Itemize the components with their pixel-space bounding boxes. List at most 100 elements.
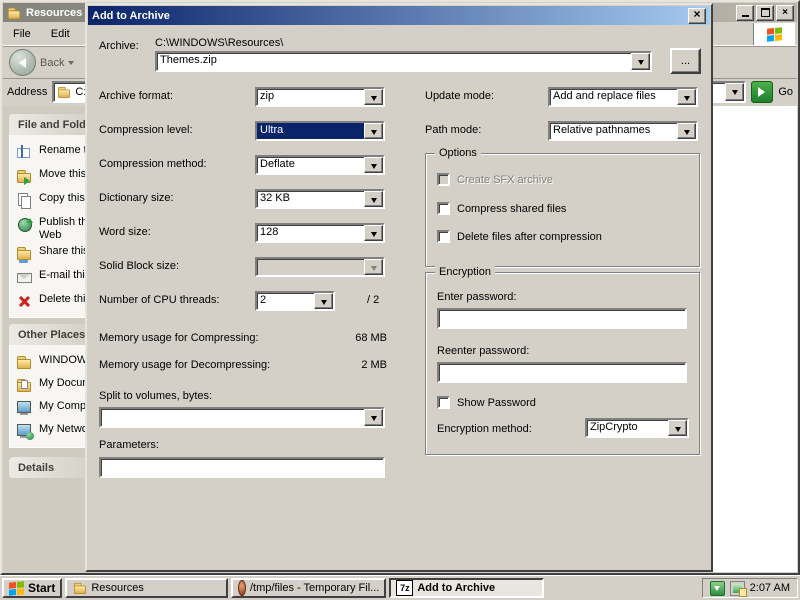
caption-buttons: × (736, 4, 794, 21)
panel-title: Other Places (18, 328, 86, 341)
folder-icon (73, 581, 87, 595)
memory-compress-value: 68 MB (355, 332, 387, 344)
taskbar: Start Resources /tmp/files - Temporary F… (0, 575, 800, 600)
folder-icon (58, 85, 72, 99)
tray-display-icon[interactable] (729, 580, 747, 597)
browse-button[interactable]: ... (670, 48, 701, 74)
tray-update-icon[interactable] (709, 580, 725, 596)
share-icon (16, 245, 32, 263)
back-label[interactable]: Back (40, 57, 64, 69)
checkbox-box[interactable] (437, 396, 450, 409)
dictionary-size-select[interactable]: 32 KB (255, 189, 385, 209)
address-label: Address (7, 86, 48, 98)
clock[interactable]: 2:07 AM (750, 582, 790, 594)
compression-method-select[interactable]: Deflate (255, 155, 385, 175)
temp-files-window-icon (238, 580, 246, 596)
compression-method-label: Compression method: (99, 158, 207, 170)
checkbox-label: Create SFX archive (457, 173, 553, 186)
memory-decompress-label: Memory usage for Decompressing: (99, 359, 271, 371)
address-dropdown-button[interactable] (725, 83, 745, 101)
restore-icon (760, 8, 770, 17)
combo-value: 32 KB (260, 192, 290, 204)
dialog-close-button[interactable]: × (688, 7, 706, 24)
dropdown-button[interactable] (677, 89, 696, 105)
combo-value: Add and replace files (553, 90, 656, 102)
email-icon (16, 269, 32, 285)
encryption-method-select[interactable]: ZipCrypto (585, 418, 689, 438)
combo-value: ZipCrypto (590, 421, 638, 433)
dropdown-button[interactable] (364, 409, 383, 426)
solid-block-size-select (255, 257, 385, 277)
memory-compress-label: Memory usage for Compressing: (99, 332, 259, 344)
dropdown-button[interactable] (364, 225, 383, 241)
memory-decompress-value: 2 MB (361, 359, 387, 371)
move-icon (16, 168, 32, 185)
archive-name-dropdown[interactable] (631, 53, 650, 70)
archive-format-label: Archive format: (99, 90, 173, 102)
taskbar-task-add-to-archive[interactable]: 7z Add to Archive (389, 578, 545, 598)
split-volumes-combo[interactable] (99, 407, 385, 428)
cpu-threads-max: / 2 (367, 294, 380, 306)
chevron-down-icon (731, 90, 738, 98)
checkbox-box[interactable] (437, 230, 450, 243)
restore-button[interactable] (756, 4, 774, 21)
checkbox-box[interactable] (437, 202, 450, 215)
update-mode-select[interactable]: Add and replace files (548, 87, 698, 107)
checkbox-label: Show Password (457, 396, 536, 409)
go-label[interactable]: Go (778, 86, 793, 98)
checkbox-label: Delete files after compression (457, 230, 602, 243)
minimize-icon (741, 15, 749, 17)
word-size-select[interactable]: 128 (255, 223, 385, 243)
path-mode-select[interactable]: Relative pathnames (548, 121, 698, 141)
task-label: /tmp/files - Temporary Fil... (249, 582, 380, 594)
dropdown-button[interactable] (668, 420, 687, 436)
desktop: Resources × File Edit View Back Address (0, 0, 800, 600)
dropdown-button[interactable] (364, 191, 383, 207)
archive-name-value: Themes.zip (160, 54, 217, 66)
cpu-threads-select[interactable]: 2 (255, 291, 335, 311)
compression-level-select[interactable]: Ultra (255, 121, 385, 141)
dialog-titlebar[interactable]: Add to Archive × (88, 6, 710, 25)
parameters-input[interactable] (99, 457, 385, 478)
dropdown-button[interactable] (314, 293, 333, 309)
compress-shared-checkbox[interactable]: Compress shared files (437, 202, 566, 215)
enter-password-input[interactable] (437, 308, 687, 329)
start-label: Start (28, 581, 56, 595)
dropdown-button[interactable] (364, 89, 383, 105)
menu-file[interactable]: File (3, 25, 41, 43)
reenter-password-input[interactable] (437, 362, 687, 383)
taskbar-task-resources[interactable]: Resources (65, 578, 229, 598)
back-dropdown-icon[interactable] (68, 61, 75, 68)
compression-level-label: Compression level: (99, 124, 193, 136)
enter-password-label: Enter password: (437, 291, 517, 303)
minimize-button[interactable] (736, 4, 754, 21)
delete-icon (16, 293, 32, 309)
sevenzip-icon: 7z (396, 580, 414, 596)
folder-icon (7, 5, 21, 19)
rename-icon (16, 144, 32, 160)
close-button[interactable]: × (776, 4, 794, 21)
go-button[interactable] (751, 81, 774, 103)
taskbar-task-temp-files[interactable]: /tmp/files - Temporary Fil... (231, 578, 387, 598)
dropdown-button[interactable] (364, 123, 383, 139)
copy-icon (16, 192, 32, 209)
menu-edit[interactable]: Edit (41, 25, 80, 43)
archive-name-combo[interactable]: Themes.zip (155, 51, 652, 72)
chevron-down-icon (370, 232, 377, 240)
split-volumes-label: Split to volumes, bytes: (99, 390, 213, 402)
explorer-title: Resources (26, 6, 83, 19)
dropdown-button[interactable] (364, 157, 383, 173)
back-button[interactable] (9, 49, 36, 76)
publish-web-icon (16, 216, 33, 232)
go-arrow-icon (758, 87, 770, 97)
show-password-checkbox[interactable]: Show Password (437, 396, 536, 409)
parameters-label: Parameters: (99, 439, 159, 451)
delete-after-checkbox[interactable]: Delete files after compression (437, 230, 602, 243)
windows-logo-throbber (753, 23, 795, 45)
folder-icon (16, 354, 32, 370)
back-arrow-icon (14, 57, 26, 68)
dropdown-button[interactable] (677, 123, 696, 139)
archive-format-select[interactable]: zip (255, 87, 385, 107)
start-button[interactable]: Start (2, 578, 63, 598)
combo-value: 2 (260, 294, 267, 306)
